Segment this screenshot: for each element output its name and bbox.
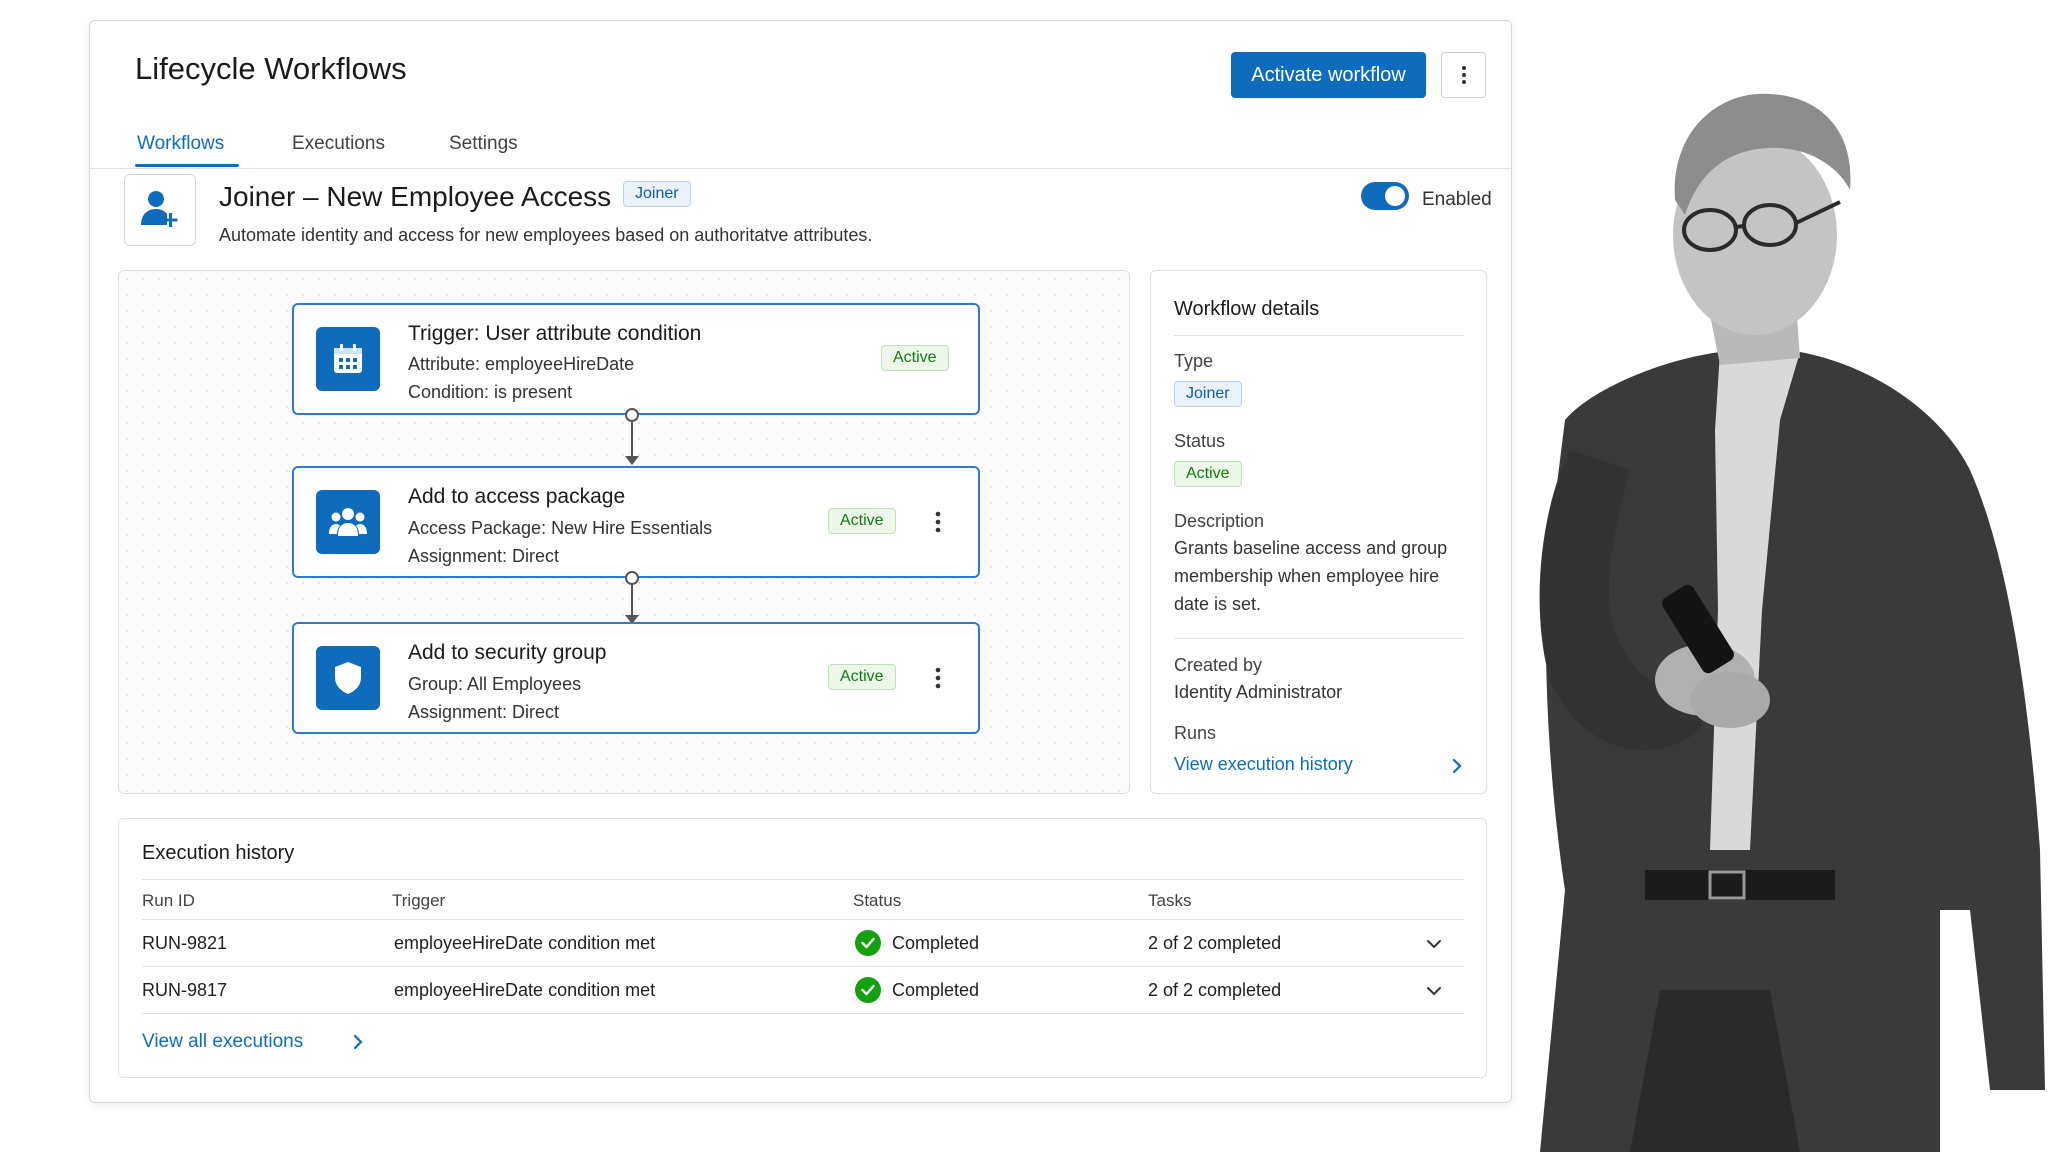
step-status-badge: Active (881, 345, 949, 371)
connector-line (631, 585, 633, 615)
step-title: Trigger: User attribute condition (408, 322, 702, 345)
more-vertical-icon (935, 667, 941, 689)
check-circle-icon (855, 977, 881, 1003)
chevron-down-icon[interactable] (1424, 934, 1444, 954)
created-by-label: Created by (1174, 655, 1263, 675)
step-icon-box (316, 490, 380, 554)
check-circle-icon (855, 930, 881, 956)
connector-line (631, 422, 633, 456)
step-card-trigger[interactable]: Trigger: User attribute condition Attrib… (292, 303, 980, 415)
step-icon-box (316, 327, 380, 391)
workflow-panel: Lifecycle Workflows Activate workflow Wo… (89, 20, 1512, 1103)
runs-label: Runs (1174, 723, 1217, 743)
status-cell: Completed (892, 980, 980, 1000)
step-title: Add to security group (408, 641, 607, 664)
tab-workflows[interactable]: Workflows (137, 133, 224, 155)
run-id-cell: RUN-9817 (142, 980, 228, 1000)
table-row[interactable]: RUN-9821 employeeHireDate condition met … (119, 920, 1486, 966)
divider (142, 1013, 1464, 1014)
person-with-phone-photo (1539, 93, 2045, 1152)
column-header-trigger[interactable]: Trigger (392, 891, 445, 911)
step-more-button[interactable] (928, 506, 948, 538)
active-tab-indicator (135, 164, 239, 167)
step-more-button[interactable] (928, 662, 948, 694)
status-badge: Active (1174, 461, 1242, 487)
step-status-badge: Active (828, 664, 896, 690)
description-label: Description (1174, 511, 1265, 531)
type-label: Type (1174, 351, 1214, 371)
step-detail: Access Package: New Hire Essentials (408, 518, 713, 538)
chevron-right-icon[interactable] (349, 1033, 367, 1051)
connector-arrow (625, 456, 639, 465)
step-title: Add to access package (408, 485, 626, 508)
trigger-cell: employeeHireDate condition met (394, 980, 656, 1000)
tab-bar: Workflows Executions Settings (90, 117, 1511, 169)
people-icon (329, 508, 367, 536)
trigger-cell: employeeHireDate condition met (394, 933, 656, 953)
tasks-cell: 2 of 2 completed (1148, 933, 1282, 953)
step-detail: Condition: is present (408, 382, 573, 402)
step-detail: Group: All Employees (408, 674, 582, 694)
history-heading: Execution history (142, 842, 295, 864)
more-vertical-icon (935, 511, 941, 533)
type-badge: Joiner (1174, 381, 1242, 407)
created-by-value: Identity Administrator (1174, 682, 1343, 702)
workflow-icon (124, 174, 196, 246)
tab-executions[interactable]: Executions (292, 133, 385, 155)
connector-dot (625, 571, 639, 585)
step-card-access-package[interactable]: Add to access package Access Package: Ne… (292, 466, 980, 578)
execution-history-panel: Execution history Run ID Trigger Status … (118, 818, 1487, 1078)
divider (142, 879, 1464, 880)
column-header-tasks[interactable]: Tasks (1148, 891, 1191, 911)
view-all-executions-link[interactable]: View all executions (142, 1031, 303, 1053)
page-title: Lifecycle Workflows (135, 51, 407, 86)
tasks-cell: 2 of 2 completed (1148, 980, 1282, 1000)
status-label: Status (1174, 431, 1226, 451)
step-detail: Assignment: Direct (408, 546, 560, 566)
connector-dot (625, 408, 639, 422)
description-value: Grants baseline access and group members… (1174, 538, 1448, 614)
step-card-security-group[interactable]: Add to security group Group: All Employe… (292, 622, 980, 734)
toggle-knob (1385, 186, 1405, 206)
person-add-icon (141, 191, 178, 227)
workflow-title: Joiner – New Employee Access (219, 181, 612, 212)
column-header-status[interactable]: Status (853, 891, 901, 911)
more-vertical-icon (1461, 66, 1466, 84)
chevron-right-icon[interactable] (1451, 757, 1463, 775)
step-detail: Assignment: Direct (408, 702, 560, 722)
step-detail: Attribute: employeeHireDate (408, 354, 635, 374)
divider (1174, 335, 1464, 336)
workflow-type-badge: Joiner (623, 181, 691, 207)
tab-settings[interactable]: Settings (449, 133, 518, 155)
status-cell: Completed (892, 933, 980, 953)
details-heading: Workflow details (1174, 298, 1320, 320)
workflow-details-panel: Workflow details Type Joiner Status Acti… (1150, 270, 1487, 794)
step-icon-box (316, 646, 380, 710)
view-execution-history-link[interactable]: View execution history (1174, 754, 1353, 775)
calendar-icon (334, 344, 362, 373)
enabled-toggle[interactable] (1361, 182, 1409, 210)
step-status-badge: Active (828, 508, 896, 534)
activate-workflow-button[interactable]: Activate workflow (1231, 52, 1426, 98)
table-row[interactable]: RUN-9817 employeeHireDate condition met … (119, 967, 1486, 1013)
run-id-cell: RUN-9821 (142, 933, 228, 953)
workflow-canvas: Trigger: User attribute condition Attrib… (118, 270, 1130, 794)
workflow-description: Automate identity and access for new emp… (219, 225, 873, 245)
shield-icon (335, 662, 361, 694)
chevron-down-icon[interactable] (1424, 981, 1444, 1001)
column-header-run-id[interactable]: Run ID (142, 891, 195, 911)
divider (1174, 638, 1464, 639)
